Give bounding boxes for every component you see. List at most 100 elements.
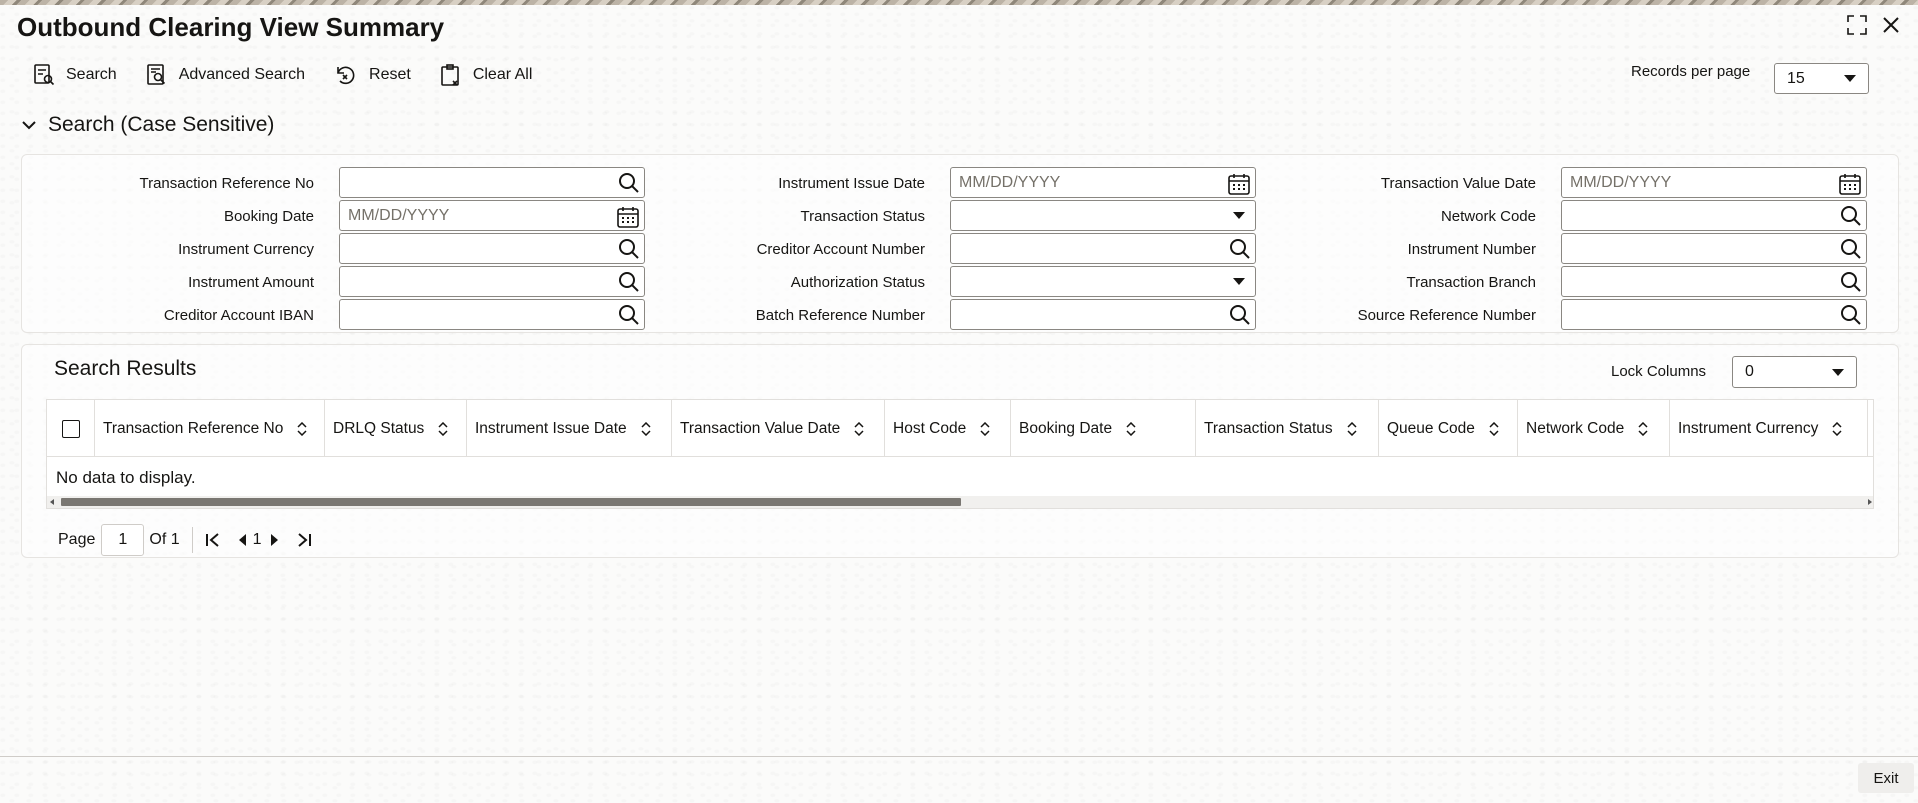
label-transaction-branch: Transaction Branch: [1406, 274, 1536, 291]
sort-icon[interactable]: [1638, 421, 1648, 436]
clipboard-icon: [441, 64, 459, 86]
sort-icon[interactable]: [438, 421, 448, 436]
page-link-1[interactable]: 1: [253, 531, 262, 549]
column-header[interactable]: Booking Date: [1011, 400, 1196, 457]
creditor-account-iban-input[interactable]: [339, 299, 645, 330]
search-results-title: Search Results: [54, 357, 197, 380]
label-transaction-reference-no: Transaction Reference No: [139, 175, 314, 192]
column-header[interactable]: DRLQ Status: [325, 400, 467, 457]
label-instrument-currency: Instrument Currency: [178, 241, 314, 258]
records-per-page-label: Records per page: [1631, 63, 1751, 80]
sort-icon[interactable]: [1489, 421, 1499, 436]
booking-date-input[interactable]: MM/DD/YYYY: [339, 200, 645, 231]
exit-button[interactable]: Exit: [1858, 763, 1914, 793]
calendar-icon[interactable]: [1838, 172, 1862, 196]
next-page-icon[interactable]: [270, 533, 280, 547]
label-booking-date: Booking Date: [223, 208, 314, 225]
page-of-label: Of 1: [149, 531, 180, 548]
booking-date-placeholder: MM/DD/YYYY: [348, 206, 450, 224]
clear-all-button-label: Clear All: [472, 66, 533, 83]
no-data-message: No data to display.: [56, 468, 196, 487]
sort-icon[interactable]: [1832, 421, 1842, 436]
search-button-label: Search: [66, 66, 117, 83]
column-header[interactable]: Queue Code: [1379, 400, 1518, 457]
instrument-amount-input[interactable]: [339, 266, 645, 297]
transaction-reference-no-input[interactable]: [339, 167, 645, 198]
page-label: Page: [58, 531, 96, 548]
column-header[interactable]: Transaction Status: [1196, 400, 1379, 457]
sort-icon[interactable]: [980, 421, 990, 436]
instrument-issue-date-placeholder: MM/DD/YYYY: [959, 173, 1061, 191]
pagination-divider: [191, 527, 193, 553]
close-icon[interactable]: [1882, 16, 1900, 34]
creditor-account-number-input[interactable]: [950, 233, 1256, 264]
instrument-issue-date-input[interactable]: MM/DD/YYYY: [950, 167, 1256, 198]
reset-icon: [337, 66, 355, 85]
column-header-label: Transaction Status: [1204, 419, 1333, 437]
page-number-input[interactable]: 1: [101, 524, 145, 556]
label-instrument-amount: Instrument Amount: [188, 274, 314, 291]
toolbar: Search Advanced Search Reset Clear All: [32, 63, 532, 87]
search-button[interactable]: Search: [32, 63, 117, 87]
column-header-label: Host Code: [893, 419, 967, 437]
transaction-value-date-placeholder: MM/DD/YYYY: [1570, 173, 1672, 191]
sort-icon[interactable]: [1347, 421, 1357, 436]
records-per-page-select[interactable]: 15: [1774, 63, 1869, 94]
network-code-input[interactable]: [1561, 200, 1867, 231]
first-page-icon[interactable]: [205, 532, 221, 548]
maximize-icon[interactable]: [1846, 14, 1868, 36]
sort-icon[interactable]: [297, 421, 307, 436]
column-header[interactable]: Transaction Value Date: [672, 400, 885, 457]
transaction-branch-input[interactable]: [1561, 266, 1867, 297]
page-number-value: 1: [118, 531, 128, 548]
lock-columns-value: 0: [1745, 363, 1754, 380]
records-per-page-value: 15: [1787, 69, 1805, 87]
instrument-number-input[interactable]: [1561, 233, 1867, 264]
top-decorative-strip: [0, 0, 1918, 5]
reset-button-label: Reset: [369, 66, 411, 83]
window-controls: [1846, 14, 1900, 36]
search-icon[interactable]: [1840, 304, 1862, 326]
previous-page-icon[interactable]: [237, 533, 247, 547]
chevron-down-icon: [1844, 75, 1856, 82]
horizontal-scrollbar[interactable]: [47, 496, 1873, 508]
pagination: Page 1 Of 1 1: [58, 524, 312, 556]
search-section-toggle[interactable]: Search (Case Sensitive): [22, 113, 274, 137]
instrument-currency-input[interactable]: [339, 233, 645, 264]
column-header[interactable]: Network Code: [1518, 400, 1670, 457]
footer-divider: [0, 756, 1918, 757]
last-page-icon[interactable]: [296, 532, 312, 548]
label-instrument-issue-date: Instrument Issue Date: [778, 175, 925, 192]
reset-button[interactable]: Reset: [333, 63, 411, 87]
column-header[interactable]: Instrument Currency: [1670, 400, 1868, 457]
sort-icon[interactable]: [641, 421, 651, 436]
chevron-down-icon: [1832, 368, 1844, 376]
label-creditor-account-number: Creditor Account Number: [756, 241, 925, 258]
transaction-status-select[interactable]: [950, 200, 1256, 231]
scroll-right-icon[interactable]: [1868, 499, 1872, 505]
label-source-reference-number: Source Reference Number: [1357, 307, 1536, 324]
search-icon[interactable]: [1840, 271, 1862, 293]
column-header[interactable]: Instrument Issue Date: [467, 400, 672, 457]
search-icon[interactable]: [1840, 238, 1862, 260]
select-all-checkbox[interactable]: [62, 419, 80, 438]
column-header-label: Instrument Issue Date: [475, 419, 627, 437]
label-instrument-number: Instrument Number: [1407, 241, 1536, 258]
lock-columns-label: Lock Columns: [1611, 363, 1707, 380]
scroll-left-icon[interactable]: [50, 499, 54, 505]
transaction-value-date-input[interactable]: MM/DD/YYYY: [1561, 167, 1867, 198]
column-header[interactable]: Transaction Reference No: [95, 400, 325, 457]
source-reference-number-input[interactable]: [1561, 299, 1867, 330]
sort-icon[interactable]: [854, 421, 864, 436]
scrollbar-thumb[interactable]: [61, 498, 961, 506]
authorization-status-select[interactable]: [950, 266, 1256, 297]
search-icon[interactable]: [1840, 205, 1862, 227]
lock-columns-select[interactable]: 0: [1732, 356, 1857, 388]
label-creditor-account-iban: Creditor Account IBAN: [163, 307, 314, 324]
column-header-label: Transaction Value Date: [680, 419, 841, 437]
batch-reference-number-input[interactable]: [950, 299, 1256, 330]
sort-icon[interactable]: [1126, 421, 1136, 436]
clear-all-button[interactable]: Clear All: [439, 63, 533, 87]
column-header[interactable]: Host Code: [885, 400, 1011, 457]
advanced-search-button[interactable]: Advanced Search: [145, 63, 305, 87]
